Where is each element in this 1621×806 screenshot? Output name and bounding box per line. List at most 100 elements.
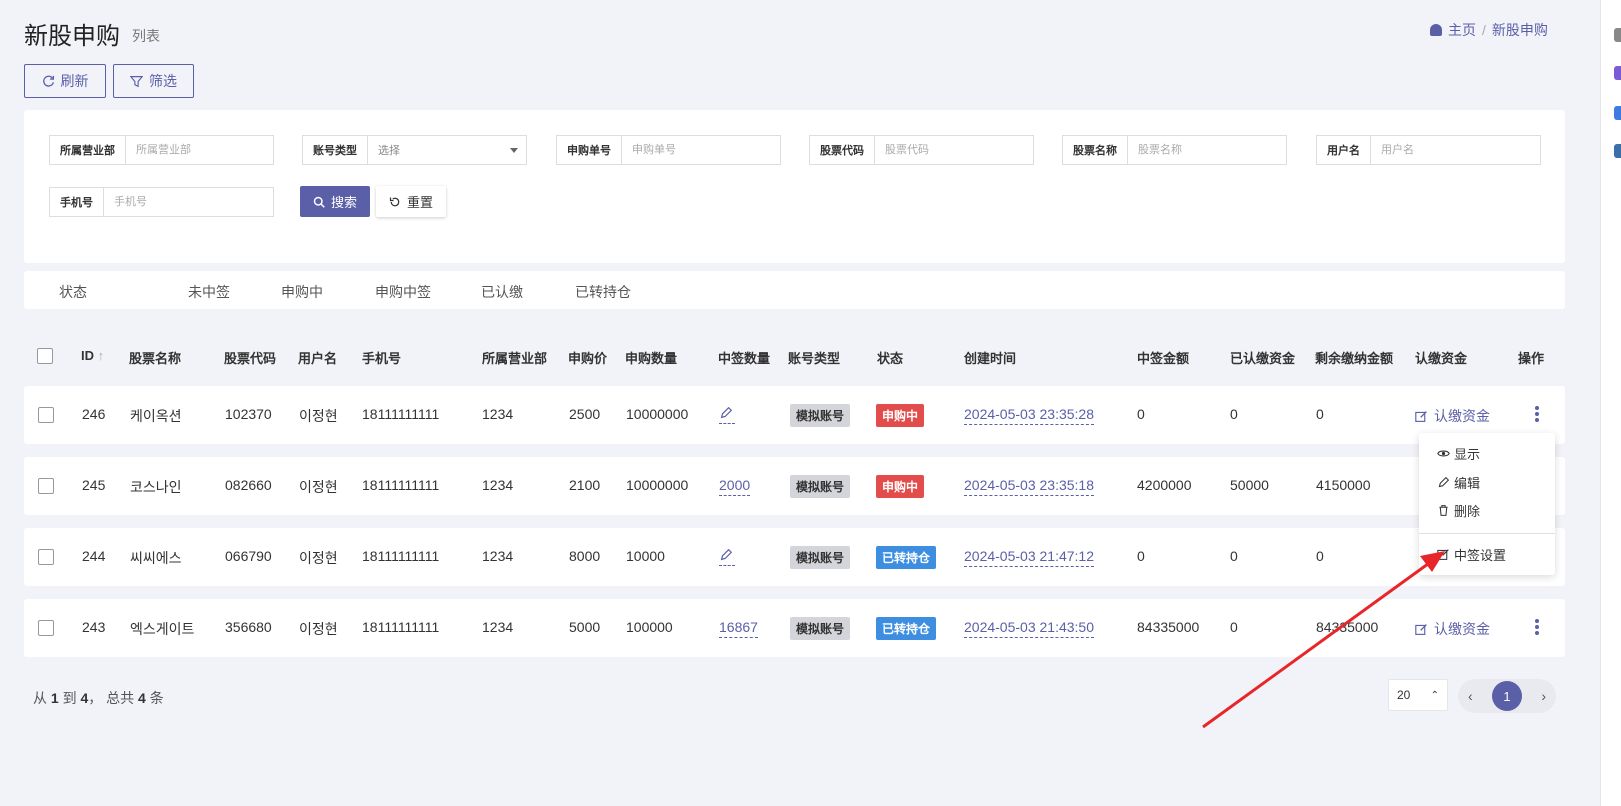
col-stock-name: 股票名称: [129, 351, 182, 366]
col-price: 申购价: [568, 351, 608, 366]
col-id[interactable]: ID ↑: [81, 348, 104, 363]
username-label: 用户名: [1317, 136, 1371, 164]
breadcrumb-home[interactable]: 主页: [1448, 20, 1476, 40]
stock-name-input[interactable]: [1128, 136, 1286, 164]
cell-created[interactable]: 2024-05-03 21:43:50: [964, 619, 1094, 638]
account-type-select[interactable]: 选择: [368, 142, 510, 158]
cell-branch: 1234: [482, 548, 514, 564]
refresh-label: 刷新: [60, 73, 89, 89]
refresh-icon: [42, 75, 54, 87]
filter-icon: [130, 75, 143, 87]
row-checkbox[interactable]: [38, 478, 54, 494]
username-field: 用户名: [1316, 135, 1541, 165]
cell-qty: 10000000: [626, 477, 689, 493]
edit-pencil-icon[interactable]: [719, 406, 735, 424]
edit-icon: [1437, 549, 1449, 560]
account-type-badge: 模拟账号: [790, 617, 851, 640]
cell-stock-name: 엑스게이트: [130, 621, 195, 637]
reset-label: 重置: [406, 195, 433, 210]
cell-created[interactable]: 2024-05-03 23:35:28: [964, 406, 1094, 425]
edit-pencil-icon[interactable]: [719, 548, 735, 566]
table-row: 244 씨씨에스 066790 이정현 18111111111 1234 800…: [24, 528, 1565, 586]
cell-paid: 0: [1230, 619, 1238, 635]
page-title: 新股申购: [24, 23, 120, 50]
tab-not-won[interactable]: 未中签: [188, 282, 230, 302]
menu-item-show-label: 显示: [1454, 447, 1481, 462]
subscribe-funds-link[interactable]: 认缴资金: [1415, 406, 1490, 426]
page-subtitle: 列表: [132, 28, 160, 44]
cell-phone: 18111111111: [362, 548, 440, 564]
search-button[interactable]: 搜索: [300, 186, 370, 217]
subscribe-funds-link[interactable]: 认缴资金: [1415, 619, 1490, 639]
menu-item-show[interactable]: 显示: [1437, 444, 1480, 463]
col-paid: 已认缴资金: [1230, 351, 1296, 366]
row-checkbox[interactable]: [38, 407, 54, 423]
menu-item-edit[interactable]: 编辑: [1437, 473, 1480, 492]
per-page-value: 20: [1397, 688, 1411, 702]
account-type-badge: 模拟账号: [790, 404, 851, 427]
cell-created[interactable]: 2024-05-03 21:47:12: [964, 548, 1094, 567]
cell-username: 이정현: [299, 408, 338, 424]
tab-won[interactable]: 申购中签: [375, 282, 431, 302]
unit-label: 条: [149, 690, 164, 706]
stock-code-input[interactable]: [875, 136, 1033, 164]
breadcrumb: 主页 / 新股申购: [1430, 20, 1548, 40]
row-checkbox[interactable]: [38, 549, 54, 565]
more-actions-icon[interactable]: [1534, 406, 1540, 422]
username-input[interactable]: [1371, 136, 1540, 164]
phone-label: 手机号: [50, 188, 104, 216]
cell-branch: 1234: [482, 406, 514, 422]
sort-up-icon: ↑: [97, 348, 105, 363]
filter-button[interactable]: 筛选: [113, 64, 194, 98]
page-button-current[interactable]: 1: [1492, 681, 1522, 711]
cell-id: 244: [82, 548, 106, 564]
tab-subscribing[interactable]: 申购中: [281, 282, 323, 302]
prev-page-icon[interactable]: ‹: [1468, 688, 1473, 704]
cell-price: 8000: [569, 548, 601, 564]
breadcrumb-current[interactable]: 新股申购: [1492, 20, 1548, 40]
cell-qty: 10000: [626, 548, 665, 564]
app-icon[interactable]: [1614, 66, 1621, 80]
cell-win-qty[interactable]: 2000: [719, 477, 751, 496]
phone-input[interactable]: [104, 188, 273, 216]
menu-item-delete[interactable]: 删除: [1437, 501, 1480, 520]
tab-status[interactable]: 状态: [59, 282, 87, 302]
tab-paid[interactable]: 已认缴: [481, 282, 523, 302]
subscribe-funds-label: 认缴资金: [1434, 408, 1490, 424]
menu-item-lottery-setting[interactable]: 中签设置: [1437, 545, 1506, 564]
menu-item-delete-label: 删除: [1454, 504, 1481, 519]
cell-paid: 50000: [1230, 477, 1269, 493]
cell-stock-name: 코스나인: [130, 479, 182, 495]
reset-button[interactable]: 重置: [376, 186, 446, 217]
next-page-icon[interactable]: ›: [1541, 688, 1546, 704]
status-badge: 已转持仓: [876, 546, 937, 569]
more-actions-icon[interactable]: [1534, 619, 1540, 635]
cell-username: 이정현: [299, 621, 338, 637]
from-label: 从: [33, 690, 47, 706]
col-account-type: 账号类型: [788, 351, 841, 366]
col-phone: 手机号: [362, 351, 402, 366]
account-type-field: 账号类型 选择: [302, 135, 527, 165]
cell-stock-code: 066790: [225, 548, 272, 564]
settings-icon[interactable]: [1614, 106, 1621, 120]
cell-price: 2100: [569, 477, 601, 493]
per-page-select[interactable]: 20 ⌃: [1388, 679, 1448, 711]
cell-username: 이정현: [299, 479, 338, 495]
dashboard-icon: [1430, 24, 1442, 36]
cell-phone: 18111111111: [362, 477, 440, 493]
pin-icon[interactable]: [1614, 144, 1621, 158]
select-all-checkbox[interactable]: [37, 348, 53, 364]
order-no-input[interactable]: [622, 136, 780, 164]
user-icon[interactable]: [1614, 28, 1621, 42]
cell-win-qty[interactable]: 16867: [719, 619, 758, 638]
cell-created[interactable]: 2024-05-03 23:35:18: [964, 477, 1094, 496]
right-edge-panel: [1600, 0, 1621, 806]
cell-branch: 1234: [482, 477, 514, 493]
cell-username: 이정현: [299, 550, 338, 566]
row-checkbox[interactable]: [38, 620, 54, 636]
refresh-button[interactable]: 刷新: [24, 64, 106, 98]
cell-branch: 1234: [482, 619, 514, 635]
tab-transferred[interactable]: 已转持仓: [575, 282, 631, 302]
branch-input[interactable]: [126, 136, 273, 164]
stock-code-label: 股票代码: [810, 136, 875, 164]
